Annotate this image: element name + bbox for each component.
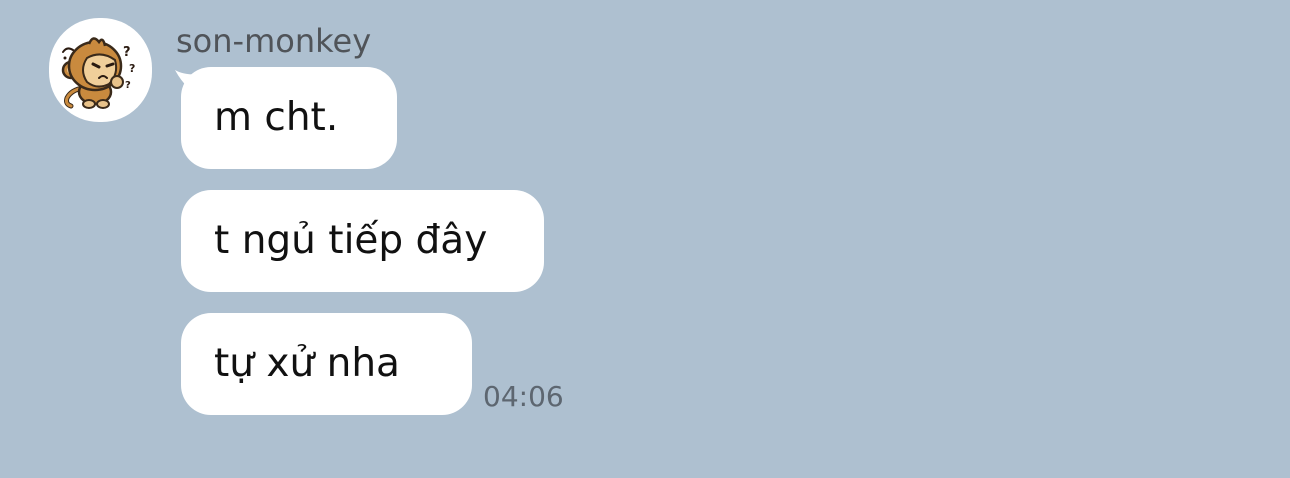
svg-text:?: ? [125, 80, 131, 91]
message-bubble[interactable]: t ngủ tiếp đây [181, 190, 544, 292]
message-text: tự xử nha [214, 341, 400, 386]
message-timestamp: 04:06 [483, 380, 564, 413]
sender-name: son-monkey [176, 22, 372, 60]
svg-text:?: ? [129, 62, 135, 75]
monkey-avatar-icon: ? ? ? [61, 37, 135, 109]
message-text: m cht. [214, 95, 339, 140]
message-bubble[interactable]: tự xử nha [181, 313, 472, 415]
message-bubble[interactable]: m cht. [181, 67, 397, 169]
message-text: t ngủ tiếp đây [214, 218, 488, 263]
sender-avatar[interactable]: ? ? ? [49, 18, 152, 122]
svg-text:?: ? [123, 45, 131, 60]
